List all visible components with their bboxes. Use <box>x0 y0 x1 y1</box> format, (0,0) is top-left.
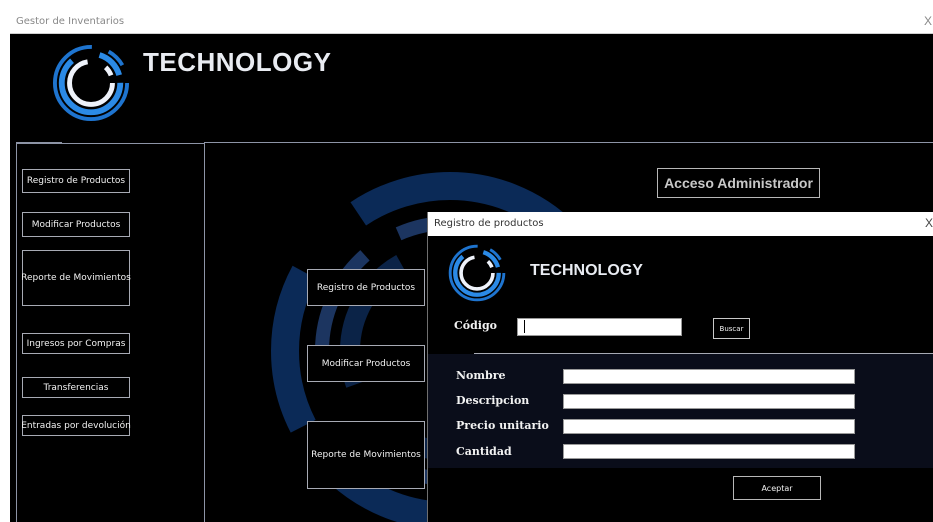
close-icon[interactable]: X <box>924 14 932 28</box>
buscar-button[interactable]: Buscar <box>713 318 750 339</box>
nombre-label: Nombre <box>456 369 506 382</box>
descripcion-input[interactable] <box>563 394 855 409</box>
sidebar-item-modificar-productos[interactable]: Modificar Productos <box>22 212 130 237</box>
sidebar-item-reporte-movimientos[interactable]: Reporte de Movimientos <box>21 250 131 306</box>
nombre-input[interactable] <box>563 369 855 384</box>
sidebar-item-label: Ingresos por Compras <box>26 338 126 349</box>
sidebar-item-label: Registro de Productos <box>26 176 126 186</box>
dialog-titlebar[interactable]: Registro de productos X <box>428 212 933 236</box>
ring-logo-icon <box>448 244 506 302</box>
sidebar-item-label: Entradas por devolución <box>21 420 131 431</box>
window-title: Gestor de Inventarios <box>16 16 125 27</box>
cantidad-label: Cantidad <box>456 445 512 458</box>
button-label: Modificar Productos <box>321 358 411 369</box>
codigo-label: Código <box>454 319 497 332</box>
registro-productos-dialog: Registro de productos X TECHNOLOGY Códig… <box>427 212 933 522</box>
sidebar-item-ingresos-compras[interactable]: Ingresos por Compras <box>22 333 130 354</box>
admin-access-button[interactable]: Acceso Administrador <box>657 168 820 198</box>
reporte-movimientos-button[interactable]: Reporte de Movimientos <box>307 421 425 489</box>
dialog-brand-title: TECHNOLOGY <box>530 262 643 279</box>
sidebar-item-entradas-devolucion[interactable]: Entradas por devolución <box>21 415 131 436</box>
brand-title: TECHNOLOGY <box>143 47 332 77</box>
sidebar-item-label: Transferencias <box>43 382 109 393</box>
ring-logo-icon <box>52 44 130 122</box>
close-icon[interactable]: X <box>925 216 933 230</box>
sidebar-item-transferencias[interactable]: Transferencias <box>22 377 130 398</box>
sidebar-item-registro-productos[interactable]: Registro de Productos <box>22 169 130 193</box>
main-titlebar[interactable]: Gestor de Inventarios X <box>10 11 933 34</box>
codigo-input[interactable] <box>517 318 682 336</box>
descripcion-label: Descripcion <box>456 394 530 407</box>
sidebar-item-label: Modificar Productos <box>31 219 121 230</box>
dialog-title: Registro de productos <box>434 218 544 229</box>
sidebar-item-label: Reporte de Movimientos <box>21 273 131 283</box>
modificar-productos-button[interactable]: Modificar Productos <box>307 345 425 382</box>
button-label: Registro de Productos <box>316 282 416 293</box>
aceptar-button[interactable]: Aceptar <box>733 476 821 500</box>
text-caret <box>524 320 525 333</box>
registro-productos-button[interactable]: Registro de Productos <box>307 269 425 306</box>
button-label: Reporte de Movimientos <box>311 450 421 460</box>
cantidad-input[interactable] <box>563 444 855 459</box>
precio-unitario-label: Precio unitario <box>456 419 549 432</box>
precio-unitario-input[interactable] <box>563 419 855 434</box>
